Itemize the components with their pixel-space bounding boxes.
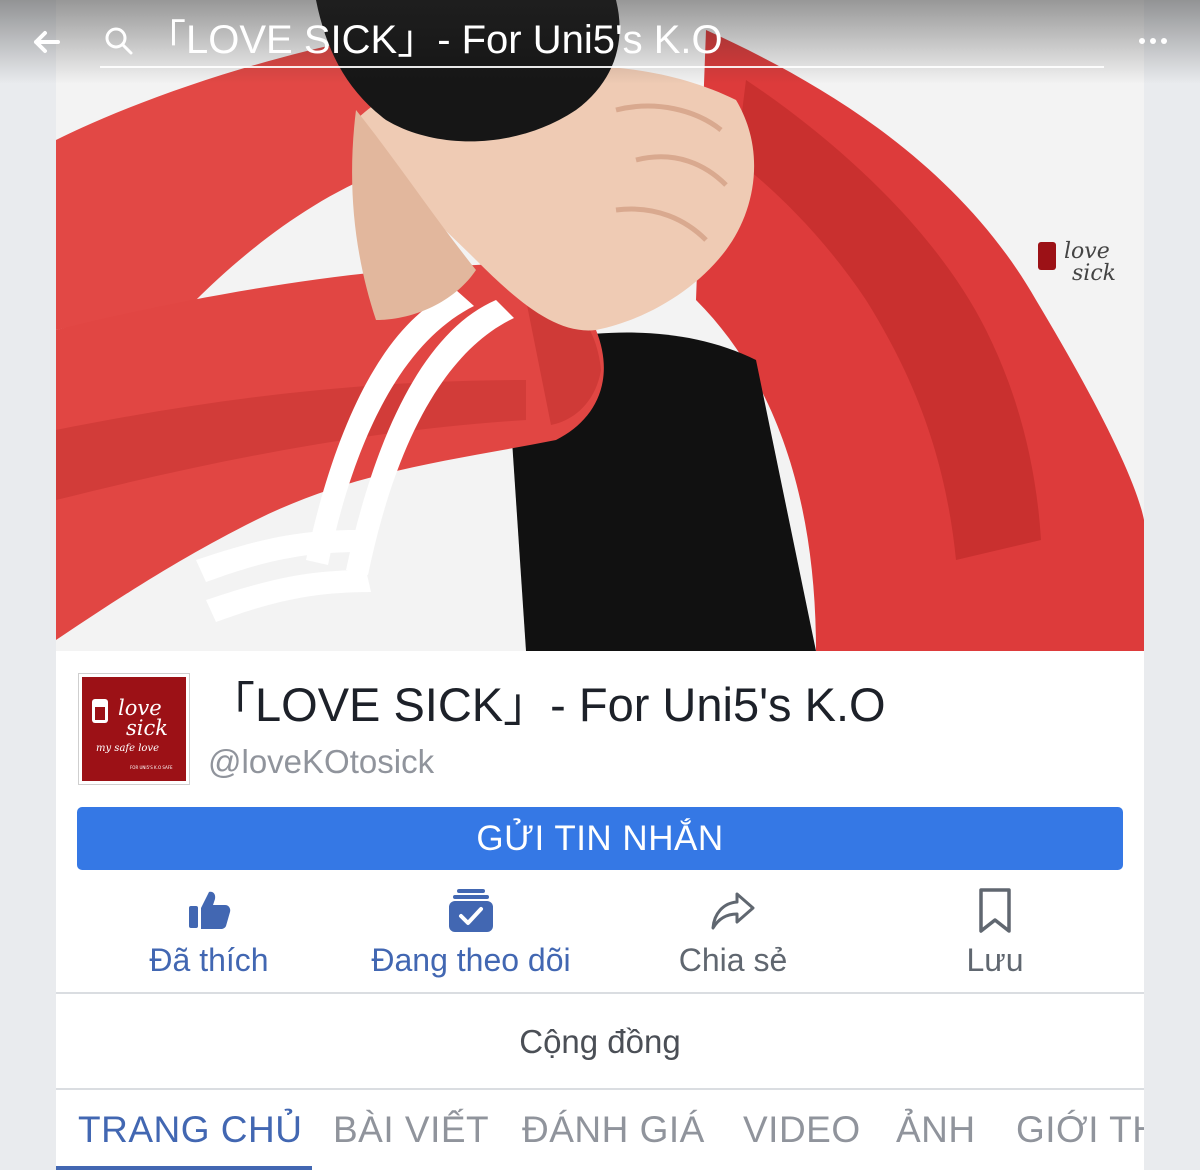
page-title: 「LOVE SICK」- For Uni5's K.O bbox=[208, 678, 886, 731]
community-link[interactable]: Cộng đồng bbox=[56, 996, 1144, 1088]
tab-about[interactable]: GIỚI THIỆU bbox=[1016, 1108, 1144, 1152]
cover-illustration: love sick bbox=[56, 0, 1144, 651]
save-label: Lưu bbox=[966, 942, 1024, 978]
like-label: Đã thích bbox=[149, 942, 269, 978]
tab-videos[interactable]: VIDEO bbox=[743, 1108, 861, 1152]
svg-text:FOR UNI5'S K.O SAFE: FOR UNI5'S K.O SAFE bbox=[130, 765, 173, 770]
page-tabs: TRANG CHỦ BÀI VIẾT ĐÁNH GIÁ VIDEO ẢNH GI… bbox=[56, 1090, 1144, 1170]
more-options-button[interactable] bbox=[1136, 26, 1170, 56]
bookmark-icon bbox=[971, 886, 1019, 934]
following-label: Đang theo dõi bbox=[371, 942, 571, 978]
share-label: Chia sẻ bbox=[678, 942, 788, 978]
tab-posts[interactable]: BÀI VIẾT bbox=[333, 1108, 489, 1152]
thumbs-up-icon bbox=[185, 886, 233, 934]
share-button[interactable]: Chia sẻ bbox=[602, 884, 864, 990]
following-button[interactable]: Đang theo dõi bbox=[340, 884, 602, 990]
cover-photo[interactable]: love sick bbox=[56, 0, 1144, 651]
page-column: love sick love sick my safe love FOR UNI… bbox=[56, 0, 1144, 1170]
avatar-logo: love sick my safe love FOR UNI5'S K.O SA… bbox=[82, 677, 186, 781]
search-field[interactable]: 「LOVE SICK」- For Uni5's K.O bbox=[100, 14, 1104, 68]
send-message-button[interactable]: GỬI TIN NHẮN bbox=[77, 807, 1123, 870]
like-button[interactable]: Đã thích bbox=[78, 884, 340, 990]
save-button[interactable]: Lưu bbox=[864, 884, 1126, 990]
more-dots-icon bbox=[1139, 38, 1167, 44]
page-avatar[interactable]: love sick my safe love FOR UNI5'S K.O SA… bbox=[78, 673, 190, 785]
tab-photos[interactable]: ẢNH bbox=[896, 1108, 976, 1152]
back-arrow-icon bbox=[34, 31, 60, 53]
share-arrow-icon bbox=[709, 886, 757, 934]
following-check-icon bbox=[447, 886, 495, 934]
divider-actions bbox=[56, 992, 1144, 994]
tab-reviews[interactable]: ĐÁNH GIÁ bbox=[522, 1108, 705, 1152]
search-icon bbox=[104, 26, 134, 56]
svg-text:sick: sick bbox=[126, 716, 168, 740]
search-query: 「LOVE SICK」- For Uni5's K.O bbox=[146, 18, 723, 62]
svg-text:my safe love: my safe love bbox=[96, 743, 159, 754]
active-tab-indicator bbox=[56, 1166, 312, 1170]
svg-text:sick: sick bbox=[1072, 261, 1116, 286]
top-search-bar: 「LOVE SICK」- For Uni5's K.O bbox=[0, 0, 1200, 84]
page-handle: @loveKOtosick bbox=[208, 743, 435, 780]
back-button[interactable] bbox=[28, 22, 68, 62]
tab-home[interactable]: TRANG CHỦ bbox=[78, 1108, 302, 1152]
